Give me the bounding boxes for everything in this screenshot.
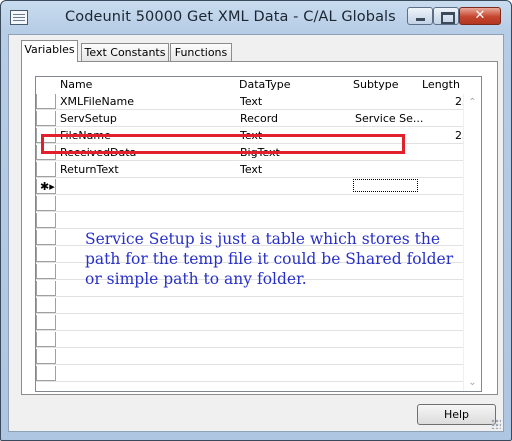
empty-row[interactable]: [36, 196, 464, 212]
empty-row[interactable]: [36, 366, 464, 382]
tab-text-constants[interactable]: Text Constants: [81, 43, 169, 62]
close-button[interactable]: ✕: [459, 7, 501, 25]
row-selector[interactable]: [36, 281, 56, 296]
row-selector[interactable]: [36, 349, 56, 364]
focused-subtype-cell[interactable]: [353, 179, 418, 192]
cal-globals-window: Codeunit 50000 Get XML Data - C/AL Globa…: [0, 0, 512, 441]
cell-name[interactable]: XMLFileName: [60, 94, 134, 109]
cell-datatype[interactable]: Text: [240, 162, 262, 177]
row-selector[interactable]: [36, 196, 56, 211]
title-bar[interactable]: Codeunit 50000 Get XML Data - C/AL Globa…: [1, 1, 511, 33]
maximize-button[interactable]: [433, 7, 459, 25]
row-selector[interactable]: [36, 332, 56, 347]
row-selector[interactable]: [36, 162, 56, 177]
resize-grip-icon[interactable]: [491, 419, 501, 429]
row-selector[interactable]: [36, 298, 56, 313]
annotation-note: Service Setup is just a table which stor…: [85, 230, 454, 288]
empty-row[interactable]: [36, 298, 464, 314]
new-record-icon: ✱▸: [40, 180, 55, 193]
servsetup-highlight-box: [41, 134, 405, 154]
table-row[interactable]: XMLFileName Text 250: [36, 94, 476, 110]
tab-variables[interactable]: Variables: [21, 40, 78, 62]
row-selector[interactable]: [36, 247, 56, 262]
row-selector[interactable]: [36, 230, 56, 245]
row-selector[interactable]: [36, 111, 56, 126]
row-selector[interactable]: [36, 264, 56, 279]
grid-header: Name DataType Subtype Length: [36, 77, 481, 94]
row-selector[interactable]: [36, 315, 56, 330]
cell-subtype[interactable]: Service Se...: [355, 111, 423, 126]
cell-datatype[interactable]: Text: [240, 94, 262, 109]
column-header-name[interactable]: Name: [60, 78, 92, 91]
cell-datatype[interactable]: Record: [240, 111, 278, 126]
scroll-up-icon[interactable]: ⌃: [464, 94, 481, 111]
maximize-icon: [441, 12, 455, 24]
new-row[interactable]: ✱▸: [36, 179, 464, 195]
vertical-scrollbar[interactable]: ⌃ ⌄: [463, 94, 481, 391]
row-selector[interactable]: [36, 213, 56, 228]
cell-name[interactable]: ReturnText: [60, 162, 119, 177]
row-selector[interactable]: [36, 366, 56, 381]
minimize-icon: [416, 18, 425, 21]
scroll-down-icon[interactable]: ⌄: [464, 374, 481, 391]
column-header-datatype[interactable]: DataType: [239, 78, 291, 91]
table-row[interactable]: ReturnText Text: [36, 162, 464, 178]
minimize-button[interactable]: [407, 7, 433, 25]
close-icon: ✕: [474, 8, 486, 23]
empty-row[interactable]: [36, 332, 464, 348]
row-selector[interactable]: [36, 94, 56, 109]
dialog-body: Variables Text Constants Functions Name …: [8, 34, 504, 432]
column-header-subtype[interactable]: Subtype: [353, 78, 399, 91]
table-window-icon: [10, 10, 28, 25]
column-header-length[interactable]: Length: [422, 78, 460, 91]
table-row[interactable]: ServSetup Record Service Se...: [36, 111, 464, 127]
cell-name[interactable]: ServSetup: [60, 111, 117, 126]
empty-row[interactable]: [36, 213, 464, 229]
window-title: Codeunit 50000 Get XML Data - C/AL Globa…: [65, 9, 396, 25]
variables-panel: Name DataType Subtype Length XMLFileName…: [21, 61, 498, 395]
empty-row[interactable]: [36, 349, 464, 365]
tab-functions[interactable]: Functions: [170, 43, 232, 62]
empty-row[interactable]: [36, 315, 464, 331]
help-button[interactable]: Help: [417, 404, 496, 425]
